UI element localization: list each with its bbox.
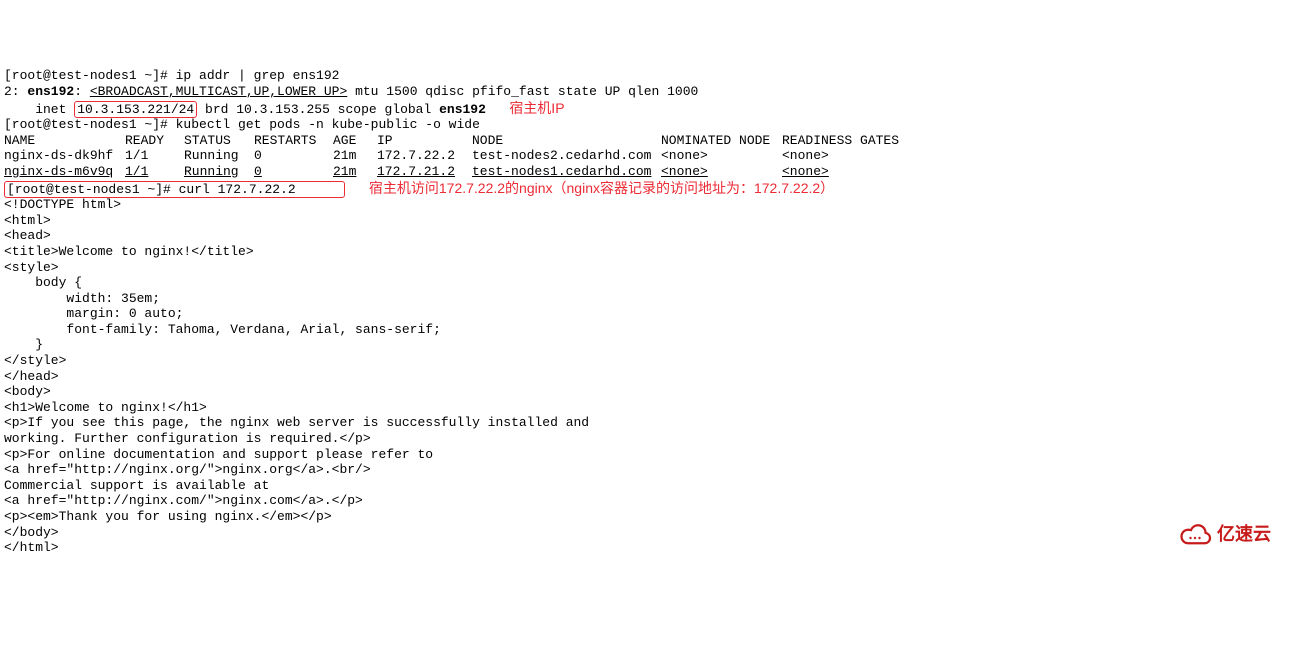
annotation-curl: 宿主机访问172.7.22.2的nginx（nginx容器记录的访问地址为：17…: [369, 180, 834, 196]
watermark: 亿速云: [1177, 521, 1271, 549]
curl-output-line: width: 35em;: [4, 291, 1285, 307]
table-cell: 0: [254, 148, 333, 164]
table-header: RESTARTS: [254, 133, 333, 149]
table-cell: 21m: [333, 164, 377, 180]
shell-line: inet 10.3.153.221/24 brd 10.3.153.255 sc…: [4, 100, 1285, 118]
curl-output-line: <h1>Welcome to nginx!</h1>: [4, 400, 1285, 416]
curl-output-line: <p>For online documentation and support …: [4, 447, 1285, 463]
terminal-output: [root@test-nodes1 ~]# ip addr | grep ens…: [4, 68, 1285, 555]
table-cell: 1/1: [125, 148, 184, 164]
table-cell: test-nodes1.cedarhd.com: [472, 164, 661, 180]
shell-line: [root@test-nodes1 ~]# curl 172.7.22.2 宿主…: [4, 180, 1285, 198]
curl-output-line: }: [4, 337, 1285, 353]
curl-output-line: <a href="http://nginx.com/">nginx.com</a…: [4, 493, 1285, 509]
table-cell: 1/1: [125, 164, 184, 180]
table-cell: nginx-ds-dk9hf: [4, 148, 125, 164]
watermark-text: 亿速云: [1217, 524, 1271, 546]
curl-output-line: <p><em>Thank you for using nginx.</em></…: [4, 509, 1285, 525]
table-cell: test-nodes2.cedarhd.com: [472, 148, 661, 164]
curl-output-line: </style>: [4, 353, 1285, 369]
table-cell: <none>: [782, 148, 892, 164]
table-cell: 21m: [333, 148, 377, 164]
table-header: READY: [125, 133, 184, 149]
table-cell: Running: [184, 164, 254, 180]
curl-output-line: <a href="http://nginx.org/">nginx.org</a…: [4, 462, 1285, 478]
curl-output-line: <head>: [4, 228, 1285, 244]
curl-output-line: <body>: [4, 384, 1285, 400]
cloud-logo-icon: [1177, 521, 1213, 549]
table-header-row: NAMEREADYSTATUSRESTARTSAGEIPNODENOMINATE…: [4, 133, 1285, 149]
table-header: NOMINATED NODE: [661, 133, 782, 149]
table-cell: 172.7.21.2: [377, 164, 472, 180]
table-header: AGE: [333, 133, 377, 149]
table-header: READINESS GATES: [782, 133, 892, 149]
table-cell: <none>: [661, 164, 782, 180]
curl-output-line: </head>: [4, 369, 1285, 385]
table-cell: 0: [254, 164, 333, 180]
curl-output-line: working. Further configuration is requir…: [4, 431, 1285, 447]
curl-output-line: <p>If you see this page, the nginx web s…: [4, 415, 1285, 431]
highlight-curl-cmd: [root@test-nodes1 ~]# curl 172.7.22.2: [4, 181, 345, 198]
curl-output-line: <style>: [4, 260, 1285, 276]
curl-output-line: <title>Welcome to nginx!</title>: [4, 244, 1285, 260]
curl-output-line: <!DOCTYPE html>: [4, 197, 1285, 213]
shell-line: 2: ens192: <BROADCAST,MULTICAST,UP,LOWER…: [4, 84, 1285, 100]
shell-line: [root@test-nodes1 ~]# kubectl get pods -…: [4, 117, 1285, 133]
shell-line: [root@test-nodes1 ~]# ip addr | grep ens…: [4, 68, 1285, 84]
curl-output-line: Commercial support is available at: [4, 478, 1285, 494]
curl-output-line: font-family: Tahoma, Verdana, Arial, san…: [4, 322, 1285, 338]
curl-output-line: </body>: [4, 525, 1285, 541]
table-cell: <none>: [661, 148, 782, 164]
table-header: IP: [377, 133, 472, 149]
table-row: nginx-ds-m6v9q1/1Running021m172.7.21.2te…: [4, 164, 1285, 180]
highlight-host-ip: 10.3.153.221/24: [74, 101, 197, 118]
curl-output-line: </html>: [4, 540, 1285, 556]
table-header: NAME: [4, 133, 125, 149]
table-header: NODE: [472, 133, 661, 149]
curl-output-line: <html>: [4, 213, 1285, 229]
curl-output-line: margin: 0 auto;: [4, 306, 1285, 322]
table-cell: 172.7.22.2: [377, 148, 472, 164]
curl-output-line: body {: [4, 275, 1285, 291]
table-cell: <none>: [782, 164, 892, 180]
table-header: STATUS: [184, 133, 254, 149]
table-cell: Running: [184, 148, 254, 164]
table-row: nginx-ds-dk9hf1/1Running021m172.7.22.2te…: [4, 148, 1285, 164]
annotation-host-ip: 宿主机IP: [509, 100, 564, 116]
table-cell: nginx-ds-m6v9q: [4, 164, 125, 180]
